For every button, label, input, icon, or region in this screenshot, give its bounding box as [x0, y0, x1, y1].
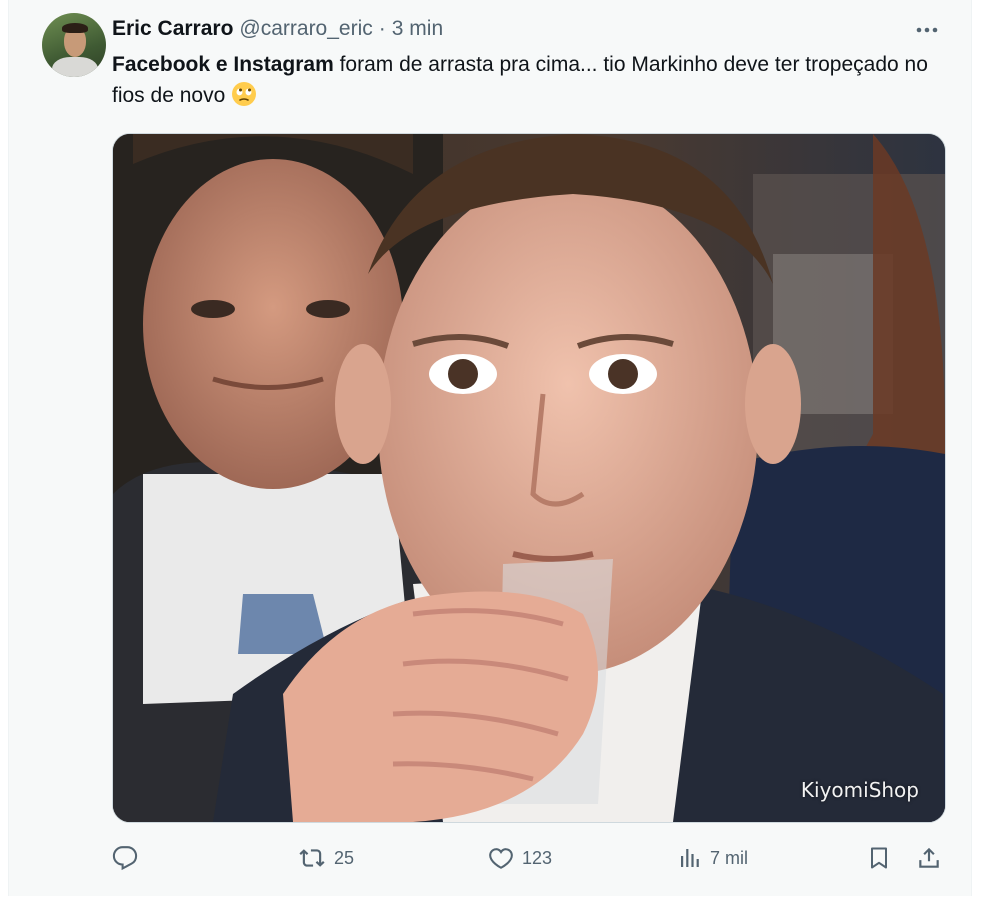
bookmark-icon — [867, 845, 891, 871]
bar-chart-icon — [678, 845, 702, 871]
more-options-icon[interactable] — [912, 15, 942, 45]
tweet-media-image[interactable]: KiyomiShop — [112, 133, 946, 823]
author-handle[interactable]: @carraro_eric — [239, 17, 372, 41]
retweet-count: 25 — [334, 847, 355, 868]
tweet-text: Facebook e Instagram foram de arrasta pr… — [112, 49, 942, 111]
reply-button[interactable] — [112, 838, 146, 878]
views-count: 7 mil — [710, 847, 749, 868]
image-watermark: KiyomiShop — [800, 778, 919, 802]
retweet-icon — [298, 845, 326, 871]
separator-dot: · — [378, 17, 386, 40]
timestamp[interactable]: 3 min — [392, 17, 443, 41]
tweet-text-bold: Facebook e Instagram — [112, 53, 334, 76]
share-button[interactable] — [916, 838, 942, 878]
like-count: 123 — [522, 847, 553, 868]
author-name[interactable]: Eric Carraro — [112, 17, 233, 41]
reply-icon — [112, 845, 138, 871]
views-button[interactable]: 7 mil — [678, 838, 748, 878]
like-button[interactable]: 123 — [488, 838, 552, 878]
share-icon — [916, 845, 942, 871]
eye-roll-emoji-icon — [231, 81, 257, 107]
retweet-button[interactable]: 25 — [298, 838, 354, 878]
bookmark-button[interactable] — [867, 838, 891, 878]
tweet-header: Eric Carraro @carraro_eric · 3 min — [112, 14, 443, 44]
tweet-actions: 25 123 7 mil — [112, 838, 952, 878]
heart-icon — [488, 845, 514, 871]
avatar[interactable] — [42, 13, 106, 77]
